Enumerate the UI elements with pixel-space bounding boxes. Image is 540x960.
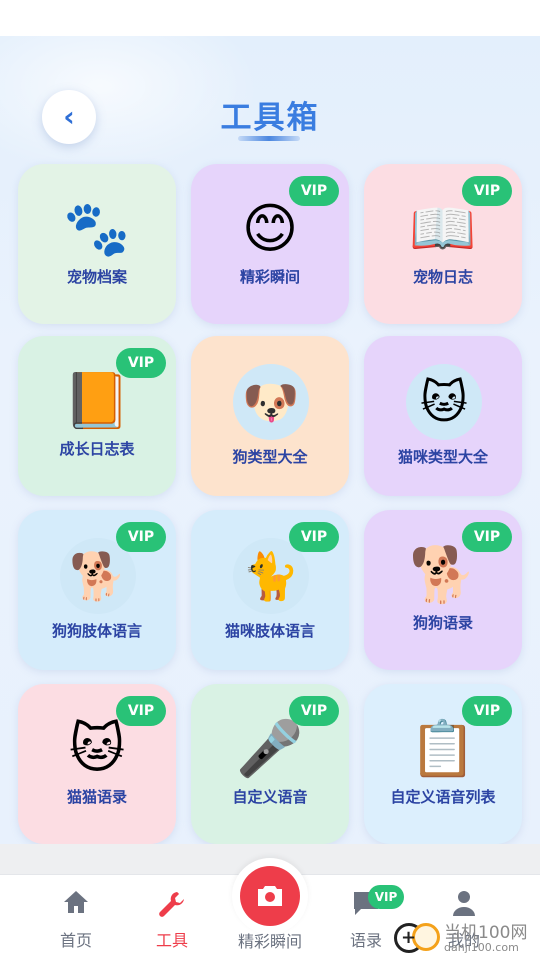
vip-badge: VIP (289, 696, 339, 726)
tool-card[interactable]: 🐶 狗类型大全 (191, 336, 349, 496)
vip-badge: VIP (462, 522, 512, 552)
vip-badge: VIP (462, 176, 512, 206)
clipboard-icon: 📋 (409, 717, 477, 780)
puppy-avatar-icon: 🐶 (233, 364, 309, 440)
tool-card-label: 狗类型大全 (232, 448, 308, 466)
watermark-logo-icon: + (392, 919, 440, 959)
page-title: 工具箱 (220, 100, 320, 136)
dog-icon: 🐕 (409, 543, 477, 606)
tool-card[interactable]: 📋 自定义语音列表 VIP (364, 684, 522, 844)
home-icon (22, 889, 130, 920)
watermark-url: danji100.com (444, 941, 519, 955)
tool-card[interactable]: 🐕 狗狗语录 VIP (364, 510, 522, 670)
open-book-icon: 📖 (409, 197, 477, 260)
vip-badge: VIP (289, 176, 339, 206)
watermark-title: 当机100网 (444, 922, 528, 943)
tool-card[interactable]: 🐱 猫猫语录 VIP (18, 684, 176, 844)
camera-icon (258, 886, 282, 906)
tool-card-label: 狗狗肢体语言 (51, 622, 142, 640)
toolbox-page: ‹ 工具箱 🐾 宠物档案 😊 精彩瞬间 VIP 📖 宠物日志 VIP 📙 成长日志表 VIP 🐶 狗类型… (0, 36, 540, 844)
vip-badge: VIP (462, 696, 512, 726)
quotes-vip-badge: VIP (368, 885, 404, 909)
tool-card-label: 狗狗语录 (412, 614, 473, 632)
vip-badge: VIP (116, 696, 166, 726)
tool-card[interactable]: 📖 宠物日志 VIP (364, 164, 522, 324)
tool-card[interactable]: 😊 精彩瞬间 VIP (191, 164, 349, 324)
wrench-icon (118, 889, 226, 924)
tool-card-label: 猫咪类型大全 (397, 448, 488, 466)
smiling-face-icon: 😊 (241, 197, 299, 260)
tool-card[interactable]: 🐱 猫咪类型大全 (364, 336, 522, 496)
tool-card-label: 猫猫语录 (66, 788, 127, 806)
microphone-icon: 🎤 (236, 717, 304, 780)
camera-button[interactable] (240, 866, 300, 926)
tool-card-label: 宠物档案 (66, 268, 127, 286)
title-underline (238, 136, 300, 141)
watermark: + 当机100网 danji100.com (392, 918, 540, 960)
tool-card[interactable]: 🐾 宠物档案 (18, 164, 176, 324)
tool-card-label: 自定义语音 (232, 788, 308, 806)
status-bar (0, 0, 540, 36)
tool-card[interactable]: 📙 成长日志表 VIP (18, 336, 176, 496)
cat-face-icon: 🐱 (68, 717, 126, 780)
tab-home[interactable]: 首页 (22, 875, 130, 960)
kitten-avatar-icon: 🐱 (406, 364, 482, 440)
tool-card-label: 宠物日志 (412, 268, 473, 286)
tool-card[interactable]: 🐕 狗狗肢体语言 VIP (18, 510, 176, 670)
tool-card-label: 猫咪肢体语言 (224, 622, 315, 640)
vip-badge: VIP (116, 522, 166, 552)
tool-card[interactable]: 🎤 自定义语音 VIP (191, 684, 349, 844)
tool-card-label: 成长日志表 (59, 440, 135, 458)
vip-badge: VIP (116, 348, 166, 378)
tab-moments-label[interactable]: 精彩瞬间 (200, 928, 340, 952)
tool-card[interactable]: 🐈 猫咪肢体语言 VIP (191, 510, 349, 670)
paw-prints-icon: 🐾 (63, 197, 131, 260)
tool-card-label: 自定义语音列表 (390, 788, 496, 806)
orange-book-icon: 📙 (63, 369, 131, 432)
tool-card-label: 精彩瞬间 (239, 268, 300, 286)
vip-badge: VIP (289, 522, 339, 552)
tab-home-label: 首页 (59, 931, 92, 950)
